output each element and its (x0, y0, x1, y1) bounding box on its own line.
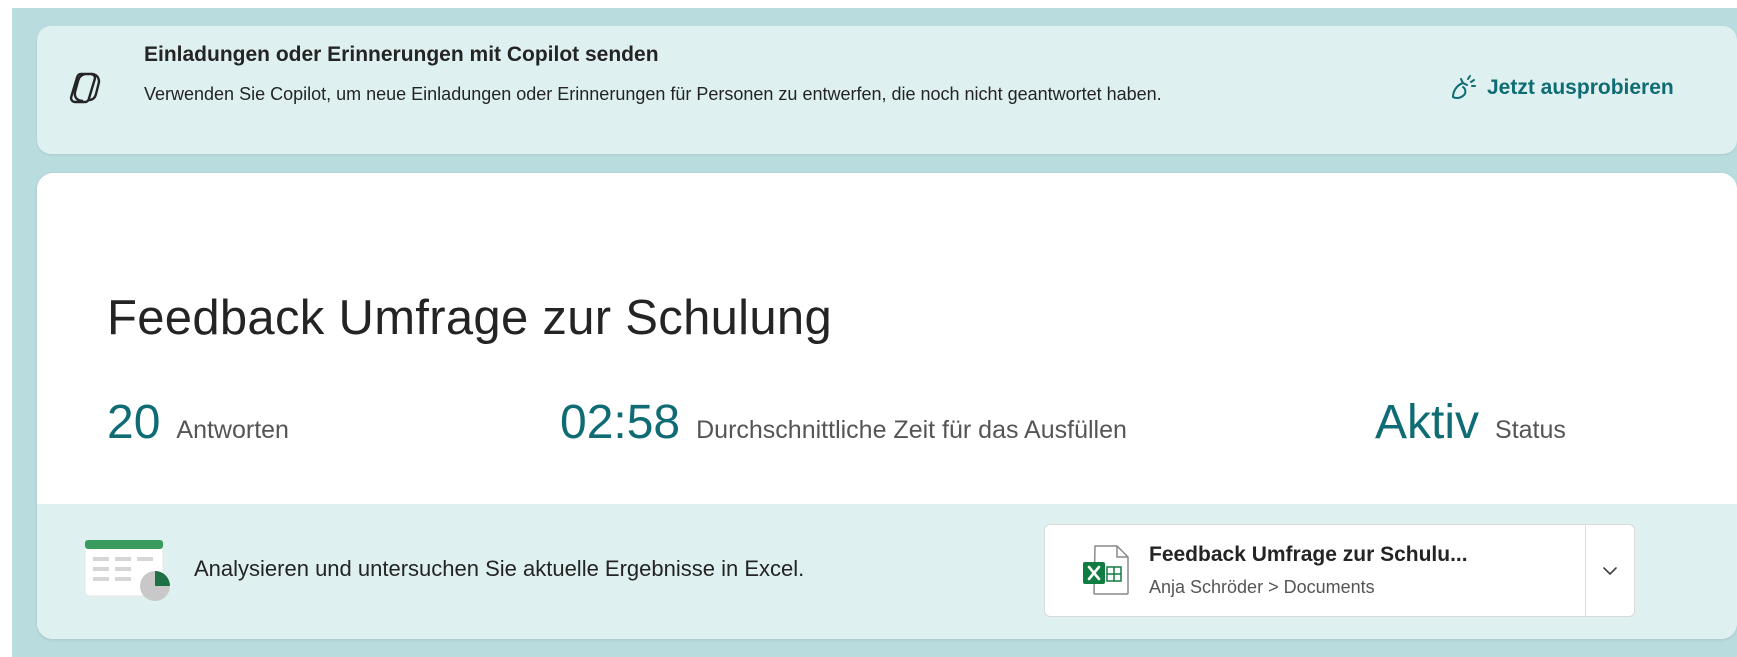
banner-description: Verwenden Sie Copilot, um neue Einladung… (144, 84, 1162, 104)
status-label: Status (1495, 416, 1566, 444)
file-picker-divider (1585, 525, 1586, 616)
copilot-icon (69, 72, 101, 104)
responses-stat: 20 Antworten (107, 395, 289, 450)
window-top-edge (0, 0, 1737, 8)
banner-title: Einladungen oder Erinnerungen mit Copilo… (144, 43, 659, 66)
status-value: Aktiv (1375, 396, 1480, 449)
avg-time-stat: 02:58 Durchschnittliche Zeit für das Aus… (560, 395, 1127, 450)
try-now-label: Jetzt ausprobieren (1487, 76, 1674, 99)
form-title: Feedback Umfrage zur Schulung (107, 291, 833, 345)
avg-time-value: 02:58 (560, 396, 681, 449)
status-stat: Aktiv Status (1375, 395, 1566, 450)
spreadsheet-chart-icon (85, 540, 170, 601)
form-summary-card: Feedback Umfrage zur Schulung 20 Antwort… (37, 173, 1737, 639)
responses-label: Antworten (176, 416, 289, 444)
excel-analyze-text: Analysieren und untersuchen Sie aktuelle… (194, 556, 805, 581)
copilot-spark-icon (1452, 75, 1476, 100)
copilot-banner: Einladungen oder Erinnerungen mit Copilo… (37, 26, 1737, 154)
window-left-edge (0, 0, 12, 657)
responses-count: 20 (107, 396, 161, 449)
avg-time-label: Durchschnittliche Zeit für das Ausfüllen (696, 416, 1127, 444)
excel-file-path: Anja Schröder > Documents (1149, 577, 1375, 597)
chevron-down-icon[interactable] (1600, 561, 1620, 581)
excel-icon (1083, 545, 1129, 595)
excel-file-button[interactable]: Feedback Umfrage zur Schulu... Anja Schr… (1044, 524, 1635, 617)
excel-bar: Analysieren und untersuchen Sie aktuelle… (37, 504, 1737, 639)
try-now-button[interactable]: Jetzt ausprobieren (1447, 70, 1674, 106)
excel-file-name: Feedback Umfrage zur Schulu... (1149, 543, 1468, 566)
